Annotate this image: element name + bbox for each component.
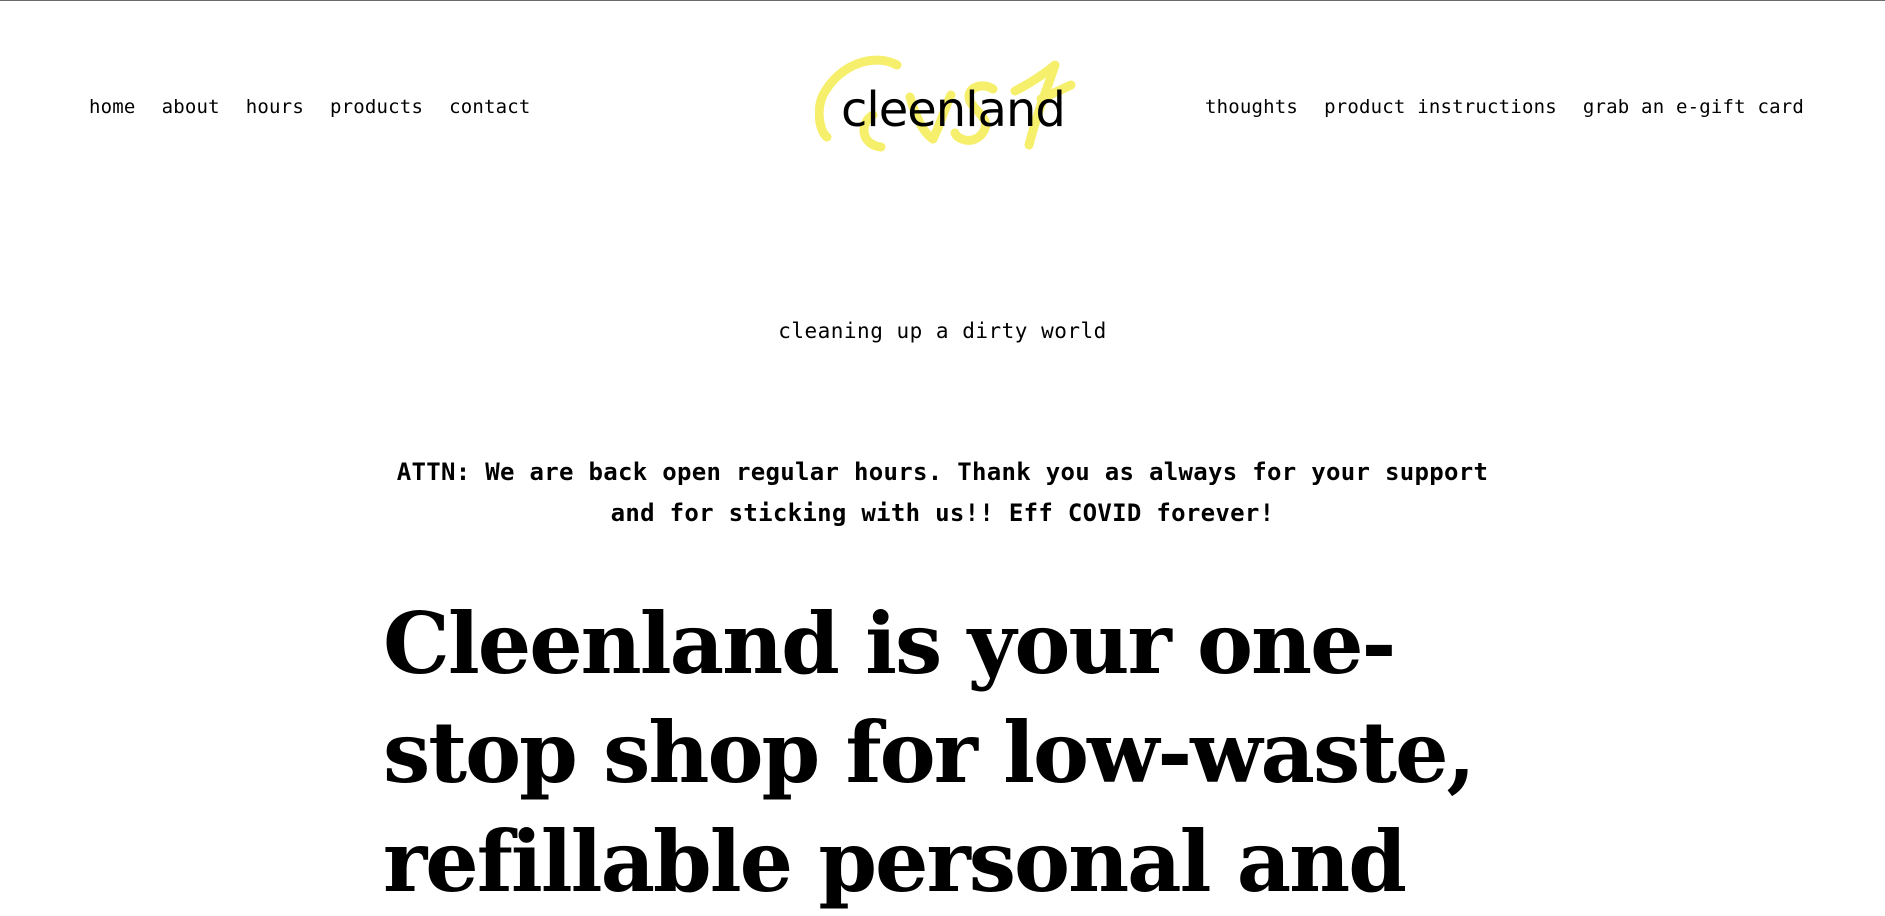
- announcement-notice: ATTN: We are back open regular hours. Th…: [396, 458, 1489, 527]
- nav-product-instructions-link[interactable]: product instructions: [1324, 94, 1557, 120]
- nav-thoughts-link[interactable]: thoughts: [1205, 94, 1298, 120]
- logo-wordmark: cleenland: [841, 82, 1066, 138]
- site-logo[interactable]: cleenland: [815, 55, 1080, 160]
- top-border: [0, 0, 1885, 1]
- nav-about-link[interactable]: about: [162, 94, 220, 120]
- nav-contact-link[interactable]: contact: [449, 94, 530, 120]
- hero-heading: Cleenland is your one-stop shop for low-…: [383, 594, 1476, 911]
- primary-nav-right: thoughts product instructions grab an e-…: [1205, 94, 1804, 120]
- nav-home-link[interactable]: home: [89, 94, 136, 120]
- nav-hours-link[interactable]: hours: [246, 94, 304, 120]
- nav-e-gift-card-link[interactable]: grab an e-gift card: [1583, 94, 1804, 120]
- site-tagline: cleaning up a dirty world: [778, 319, 1107, 343]
- nav-products-link[interactable]: products: [330, 94, 423, 120]
- primary-nav-left: home about hours products contact: [89, 94, 531, 120]
